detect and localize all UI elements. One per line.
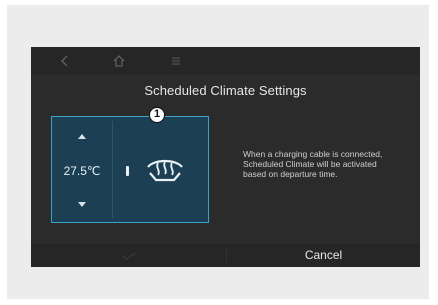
cancel-button[interactable]: Cancel: [227, 244, 420, 267]
callout-badge: 1: [149, 107, 165, 123]
temperature-up-button[interactable]: [78, 134, 86, 139]
back-arrow-icon[interactable]: [57, 53, 73, 69]
check-icon[interactable]: [121, 251, 137, 261]
page-title: Scheduled Climate Settings: [144, 83, 307, 98]
bottom-action-bar: Cancel: [31, 244, 420, 267]
rear-defrost-icon[interactable]: [144, 151, 186, 185]
info-text: When a charging cable is connected, Sche…: [243, 149, 383, 179]
temperature-control: 27.5℃: [52, 117, 112, 222]
mode-indicator: [126, 166, 129, 176]
top-nav-bar: [31, 47, 420, 75]
climate-control-panel: 27.5℃: [51, 116, 209, 223]
divider: [112, 121, 113, 218]
home-icon[interactable]: [111, 53, 127, 69]
temperature-down-button[interactable]: [78, 202, 86, 207]
menu-icon[interactable]: [168, 53, 184, 69]
temperature-value: 27.5℃: [63, 164, 101, 178]
infotainment-screen: Scheduled Climate Settings 27.5℃ 1 When …: [31, 47, 420, 267]
